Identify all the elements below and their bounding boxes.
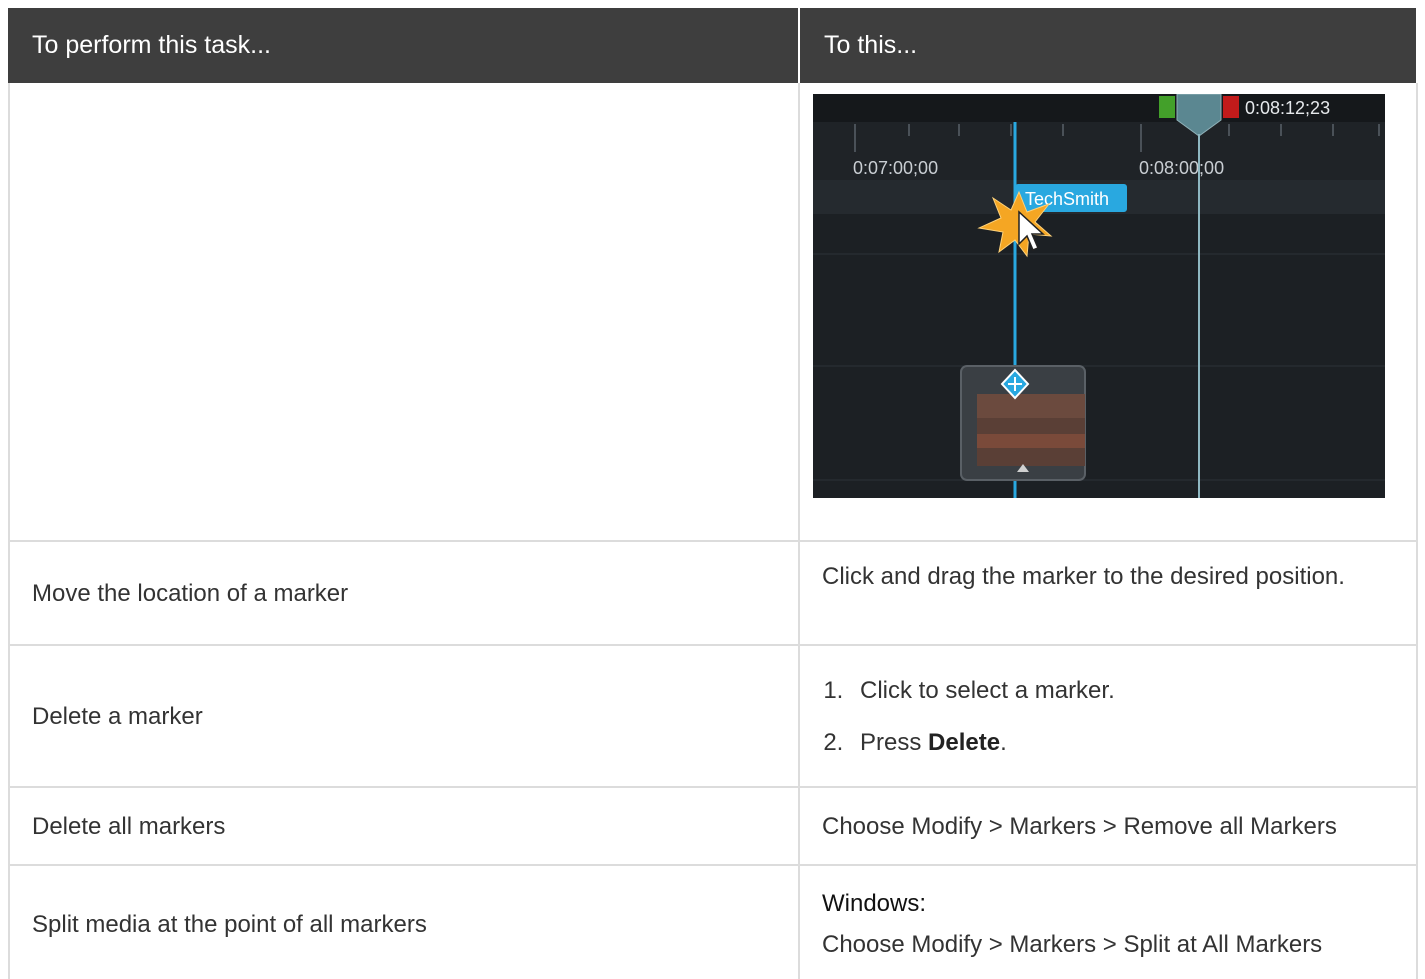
task-move-marker: Move the location of a marker — [32, 580, 349, 607]
playhead-out-handle[interactable] — [1223, 96, 1239, 118]
tick-label-700: 0:07:00;00 — [853, 158, 938, 178]
platform-label: Windows: — [822, 890, 927, 917]
row-divider — [8, 644, 1418, 646]
header-action: To this... — [824, 31, 918, 59]
task-delete-all-markers: Delete all markers — [32, 813, 226, 840]
column-divider — [798, 83, 800, 979]
task-split-media: Split media at the point of all markers — [32, 911, 427, 938]
step-2-suffix: . — [1000, 729, 1007, 756]
action-delete-all-markers: Choose Modify > Markers > Remove all Mar… — [822, 813, 1337, 840]
row-divider — [8, 786, 1418, 788]
list-item: Click to select a marker. — [850, 674, 1400, 708]
action-delete-marker: Click to select a marker. Press Delete. — [780, 674, 1400, 778]
marker-label: TechSmith — [1025, 189, 1109, 209]
header-task: To perform this task... — [32, 31, 271, 59]
delete-steps-list: Click to select a marker. Press Delete. — [780, 674, 1400, 760]
playhead-in-handle[interactable] — [1159, 96, 1175, 118]
step-2-text: Press — [860, 729, 929, 756]
playhead-time: 0:08:12;23 — [1245, 98, 1330, 118]
step-1-text: Click to select a marker. — [860, 677, 1115, 704]
right-border — [1416, 83, 1418, 979]
action-move-marker: Click and drag the marker to the desired… — [822, 563, 1345, 590]
header-edge — [1416, 8, 1418, 83]
timeline-graphic: 0:07:00;00 0:08:00;00 0:08:12;23 TechSmi… — [813, 94, 1385, 498]
row-divider — [8, 864, 1418, 866]
list-item: Press Delete. — [850, 726, 1400, 760]
task-delete-marker: Delete a marker — [32, 703, 203, 730]
table-header: To perform this task... To this... — [8, 8, 1418, 83]
action-split-media: Choose Modify > Markers > Split at All M… — [822, 931, 1323, 958]
delete-key-label: Delete — [928, 729, 1001, 756]
timeline-screenshot: 0:07:00;00 0:08:00;00 0:08:12;23 TechSmi… — [813, 94, 1385, 498]
left-border — [8, 83, 10, 979]
tick-label-800: 0:08:00;00 — [1139, 158, 1224, 178]
row-divider — [8, 540, 1418, 542]
